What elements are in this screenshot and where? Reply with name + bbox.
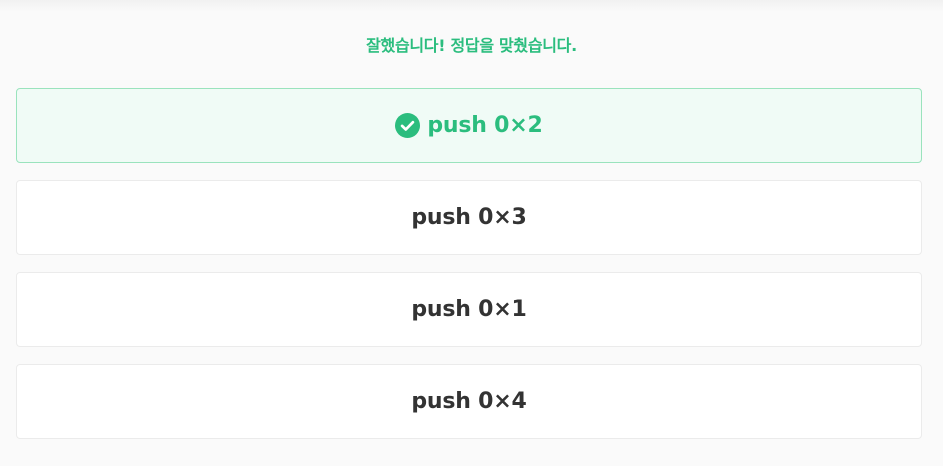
answer-option-label: push 0×2 <box>427 113 543 138</box>
quiz-result-panel: 잘했습니다! 정답을 맞췄습니다. push 0×2 push 0×3 push… <box>0 0 943 466</box>
feedback-message: 잘했습니다! 정답을 맞췄습니다. <box>366 36 577 55</box>
top-shadow <box>0 0 943 12</box>
check-circle-icon <box>395 113 421 138</box>
answer-option-label: push 0×3 <box>411 205 527 230</box>
answer-option-label: push 0×1 <box>411 297 527 322</box>
answer-option-4[interactable]: push 0×4 <box>16 364 922 439</box>
answer-option-3[interactable]: push 0×1 <box>16 272 922 347</box>
answer-option-label: push 0×4 <box>411 389 527 414</box>
answer-option-1[interactable]: push 0×2 <box>16 88 922 163</box>
answer-option-2[interactable]: push 0×3 <box>16 180 922 255</box>
